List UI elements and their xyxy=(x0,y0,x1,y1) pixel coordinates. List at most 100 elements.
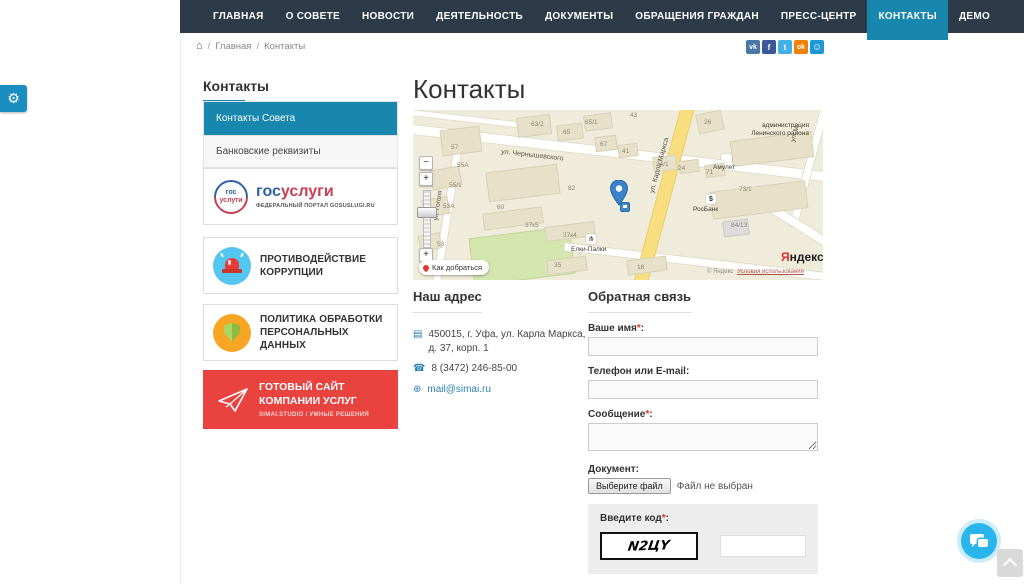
simai-promo-banner[interactable]: ГОТОВЫЙ САЙТ КОМПАНИИ УСЛУГ SIMAI.STUDIO… xyxy=(203,370,398,429)
promo-line2: КОМПАНИИ УСЛУГ xyxy=(259,395,369,409)
phone-icon: ☎ xyxy=(413,362,425,376)
nav-item-contacts[interactable]: КОНТАКТЫ xyxy=(867,0,947,40)
bld-num: 55А xyxy=(457,162,469,169)
bld-num: 57 xyxy=(451,144,458,151)
nav-item-news[interactable]: НОВОСТИ xyxy=(351,0,425,33)
bld-num: 84/13 xyxy=(731,222,747,229)
anticorruption-banner[interactable]: ПРОТИВОДЕЙСТВИЕ КОРРУПЦИИ xyxy=(203,237,398,294)
captcha-code-text: N2ЦY xyxy=(627,538,671,554)
bld-num: 37к5 xyxy=(525,222,539,229)
social-links: vk f t ok ☺ xyxy=(746,40,824,54)
nav-item-about[interactable]: О СОВЕТЕ xyxy=(275,0,351,33)
bld-num: 53 xyxy=(437,241,444,248)
sidebar-item-bank-details[interactable]: Банковские реквизиты xyxy=(204,135,397,167)
yandex-map[interactable]: ул. Чернышевского ул. Карла Маркса ул. Г… xyxy=(413,110,823,280)
bld-num: 73/1 xyxy=(739,186,752,193)
map-zoom-slider[interactable] xyxy=(423,190,431,248)
nav-item-press[interactable]: ПРЕСС-ЦЕНТР xyxy=(770,0,868,33)
nav-item-activity[interactable]: ДЕЯТЕЛЬНОСТЬ xyxy=(425,0,534,33)
name-label-text: Ваше имя xyxy=(588,323,637,334)
restaurant-icon: ⋔ xyxy=(586,234,596,244)
nav-item-home[interactable]: ГЛАВНАЯ xyxy=(202,0,275,33)
gosuslugi-title-red: услуги xyxy=(281,183,334,200)
paper-plane-icon xyxy=(217,387,249,413)
map-zoom-out-button[interactable]: − xyxy=(419,156,433,170)
phone-text: 8 (3472) 246-85-00 xyxy=(431,362,517,376)
message-field[interactable] xyxy=(588,423,818,451)
file-status: Файл не выбран xyxy=(677,481,753,492)
poi-elki-palki: Елки-Палки xyxy=(571,246,606,253)
gosuslugi-logo-icon: гос услуги xyxy=(214,180,248,214)
label-colon: : xyxy=(686,366,689,377)
bld-num: 65/1 xyxy=(585,119,598,126)
sidebar-menu: Контакты Совета Банковские реквизиты xyxy=(203,101,398,168)
map-zoom-slider-handle[interactable] xyxy=(417,207,437,218)
building-icon: ▤ xyxy=(413,328,422,355)
chat-widget-button[interactable] xyxy=(961,523,997,559)
bld-num: 82 xyxy=(568,185,575,192)
breadcrumb-current: Контакты xyxy=(264,41,305,52)
route-pin-icon xyxy=(422,263,430,271)
bld-num: 65 xyxy=(563,129,570,136)
address-text: 450015, г. Уфа, ул. Карла Маркса, д. 37,… xyxy=(428,328,593,355)
bld-num: 24/1 xyxy=(656,161,669,168)
map-route-button[interactable]: Как добраться xyxy=(419,260,489,275)
bld-num: 35 xyxy=(554,262,561,269)
bld-num: 55/1 xyxy=(449,182,462,189)
poi-admin: администрация Ленинского района xyxy=(709,122,809,138)
vk-icon[interactable]: vk xyxy=(746,40,760,54)
personal-data-line2: ПЕРСОНАЛЬНЫХ ДАННЫХ xyxy=(260,326,397,352)
yandex-logo[interactable]: Яндекс xyxy=(781,250,823,264)
odnoklassniki-icon[interactable]: ok xyxy=(794,40,808,54)
email-link[interactable]: mail@simai.ru xyxy=(427,383,491,397)
choose-file-button[interactable]: Выберите файл xyxy=(588,478,671,494)
breadcrumb-home-link[interactable]: Главная xyxy=(215,41,251,52)
nav-item-demo[interactable]: ДЕМО xyxy=(948,0,1001,33)
gosuslugi-banner[interactable]: гос услуги гос услуги ФЕДЕРАЛЬНЫЙ ПОРТАЛ … xyxy=(203,168,398,225)
captcha-label: Введите код*: xyxy=(600,513,806,524)
bld-num: 24 xyxy=(678,165,685,172)
route-button-label: Как добраться xyxy=(432,263,482,272)
content-left-edge xyxy=(180,33,181,584)
chat-icon-secondary xyxy=(978,539,988,547)
top-navigation: ГЛАВНАЯ О СОВЕТЕ НОВОСТИ ДЕЯТЕЛЬНОСТЬ ДО… xyxy=(180,0,1024,33)
address-block: Наш адрес ▤ 450015, г. Уфа, ул. Карла Ма… xyxy=(413,288,593,396)
document-label: Документ: xyxy=(588,464,818,475)
scroll-to-top-button[interactable] xyxy=(997,549,1023,577)
sidebar-heading: Контакты xyxy=(203,78,398,102)
poi-amulet: Амулет xyxy=(713,164,735,171)
phone-email-label: Телефон или E-mail: xyxy=(588,366,818,377)
yandex-logo-rest: ндекс xyxy=(790,250,823,264)
siren-icon xyxy=(213,247,251,285)
rosbank-icon: $ xyxy=(706,194,716,204)
map-pin-icon[interactable] xyxy=(610,180,628,206)
captcha-label-text: Введите код xyxy=(600,513,662,524)
feedback-form: Обратная связь Ваше имя*: Телефон или E-… xyxy=(588,288,818,584)
name-field[interactable] xyxy=(588,337,818,356)
anticorruption-line2: КОРРУПЦИИ xyxy=(260,266,366,279)
promo-subtitle: SIMAI.STUDIO / УМНЫЕ РЕШЕНИЯ xyxy=(259,412,369,418)
poi-rosbank: РосБанк xyxy=(693,206,718,213)
facebook-icon[interactable]: f xyxy=(762,40,776,54)
personal-data-policy-banner[interactable]: ПОЛИТИКА ОБРАБОТКИ ПЕРСОНАЛЬНЫХ ДАННЫХ xyxy=(203,304,398,361)
phone-email-field[interactable] xyxy=(588,380,818,399)
accessibility-settings-button[interactable]: ⚙ xyxy=(0,85,27,112)
map-zoom-in-button[interactable]: + xyxy=(419,172,433,186)
chevron-up-icon xyxy=(1003,558,1017,572)
map-terms-link[interactable]: Условия использования xyxy=(737,269,804,275)
nav-item-appeals[interactable]: ОБРАЩЕНИЯ ГРАЖДАН xyxy=(624,0,770,33)
home-icon[interactable]: ⌂ xyxy=(196,41,203,52)
sidebar-item-council-contacts[interactable]: Контакты Совета xyxy=(204,102,397,135)
promo-line1: ГОТОВЫЙ САЙТ xyxy=(259,381,369,395)
breadcrumb: ⌂ / Главная / Контакты xyxy=(196,41,305,52)
hotel-icon xyxy=(721,154,732,162)
label-colon: : xyxy=(649,409,652,420)
captcha-input[interactable] xyxy=(720,535,806,557)
file-input[interactable]: Выберите файл Файл не выбран xyxy=(588,478,818,494)
nav-item-documents[interactable]: ДОКУМЕНТЫ xyxy=(534,0,624,33)
gosuslugi-logo-line1: гос xyxy=(226,189,237,196)
captcha-panel: Введите код*: N2ЦY xyxy=(588,504,818,574)
moymir-icon[interactable]: ☺ xyxy=(810,40,824,54)
twitter-icon[interactable]: t xyxy=(778,40,792,54)
gosuslugi-subtitle: ФЕДЕРАЛЬНЫЙ ПОРТАЛ GOSUSLUGI.RU xyxy=(256,203,375,209)
